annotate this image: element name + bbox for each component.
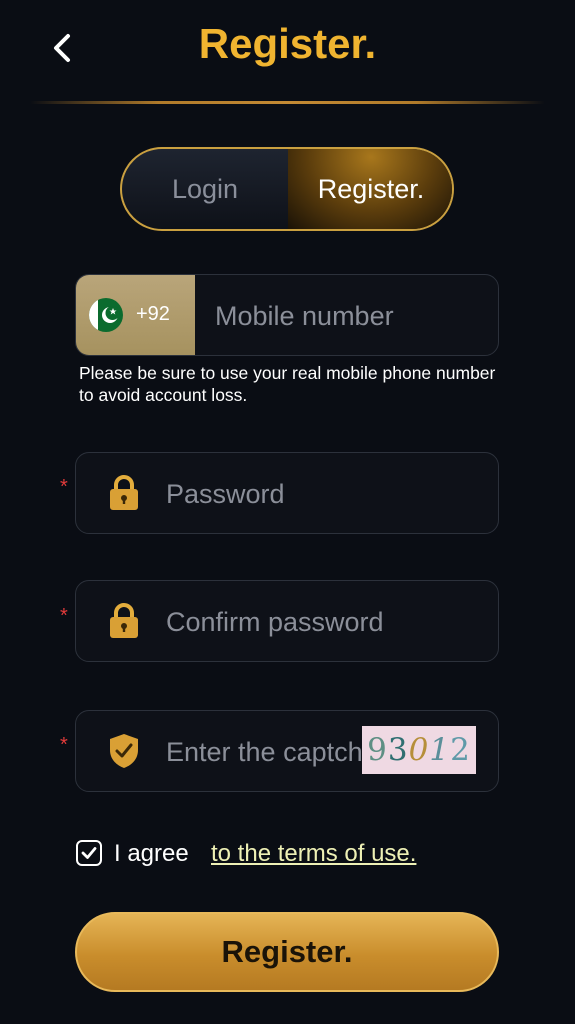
captcha-field: 93012 — [75, 710, 499, 792]
confirm-password-required-mark: * — [60, 605, 68, 627]
captcha-input[interactable] — [164, 731, 363, 773]
captcha-image[interactable]: 93012 — [362, 726, 476, 774]
agree-label: I agree — [114, 840, 189, 867]
header-divider — [30, 101, 545, 104]
mobile-number-input[interactable] — [213, 295, 487, 337]
country-code-selector[interactable]: +92 — [76, 275, 195, 355]
confirm-password-field — [75, 580, 499, 662]
captcha-char: 2 — [450, 732, 471, 768]
register-submit-button[interactable]: Register. — [75, 912, 499, 992]
login-register-switch: Login Register. — [120, 147, 454, 231]
confirm-password-input[interactable] — [164, 601, 478, 643]
password-field — [75, 452, 499, 534]
shield-check-icon — [110, 734, 138, 768]
phone-field: +92 — [75, 274, 499, 356]
country-code-text: +92 — [136, 303, 170, 325]
agree-checkbox[interactable] — [76, 840, 102, 866]
lock-icon — [110, 475, 138, 510]
terms-of-use-link[interactable]: to the terms of use. — [211, 840, 416, 868]
captcha-char: 1 — [429, 732, 451, 768]
password-input[interactable] — [164, 473, 478, 515]
pakistan-flag-icon — [89, 298, 123, 332]
captcha-char: 9 — [367, 732, 388, 768]
password-required-mark: * — [60, 476, 68, 498]
captcha-required-mark: * — [60, 734, 68, 756]
lock-icon — [110, 603, 138, 638]
checkmark-icon — [81, 847, 97, 859]
header: Register. — [0, 0, 575, 100]
tab-login[interactable]: Login — [122, 149, 288, 229]
page-title: Register. — [198, 20, 377, 67]
tab-register[interactable]: Register. — [288, 149, 452, 229]
captcha-char: 3 — [387, 732, 409, 768]
captcha-char: 0 — [408, 732, 430, 768]
phone-hint: Please be sure to use your real mobile p… — [79, 363, 496, 405]
